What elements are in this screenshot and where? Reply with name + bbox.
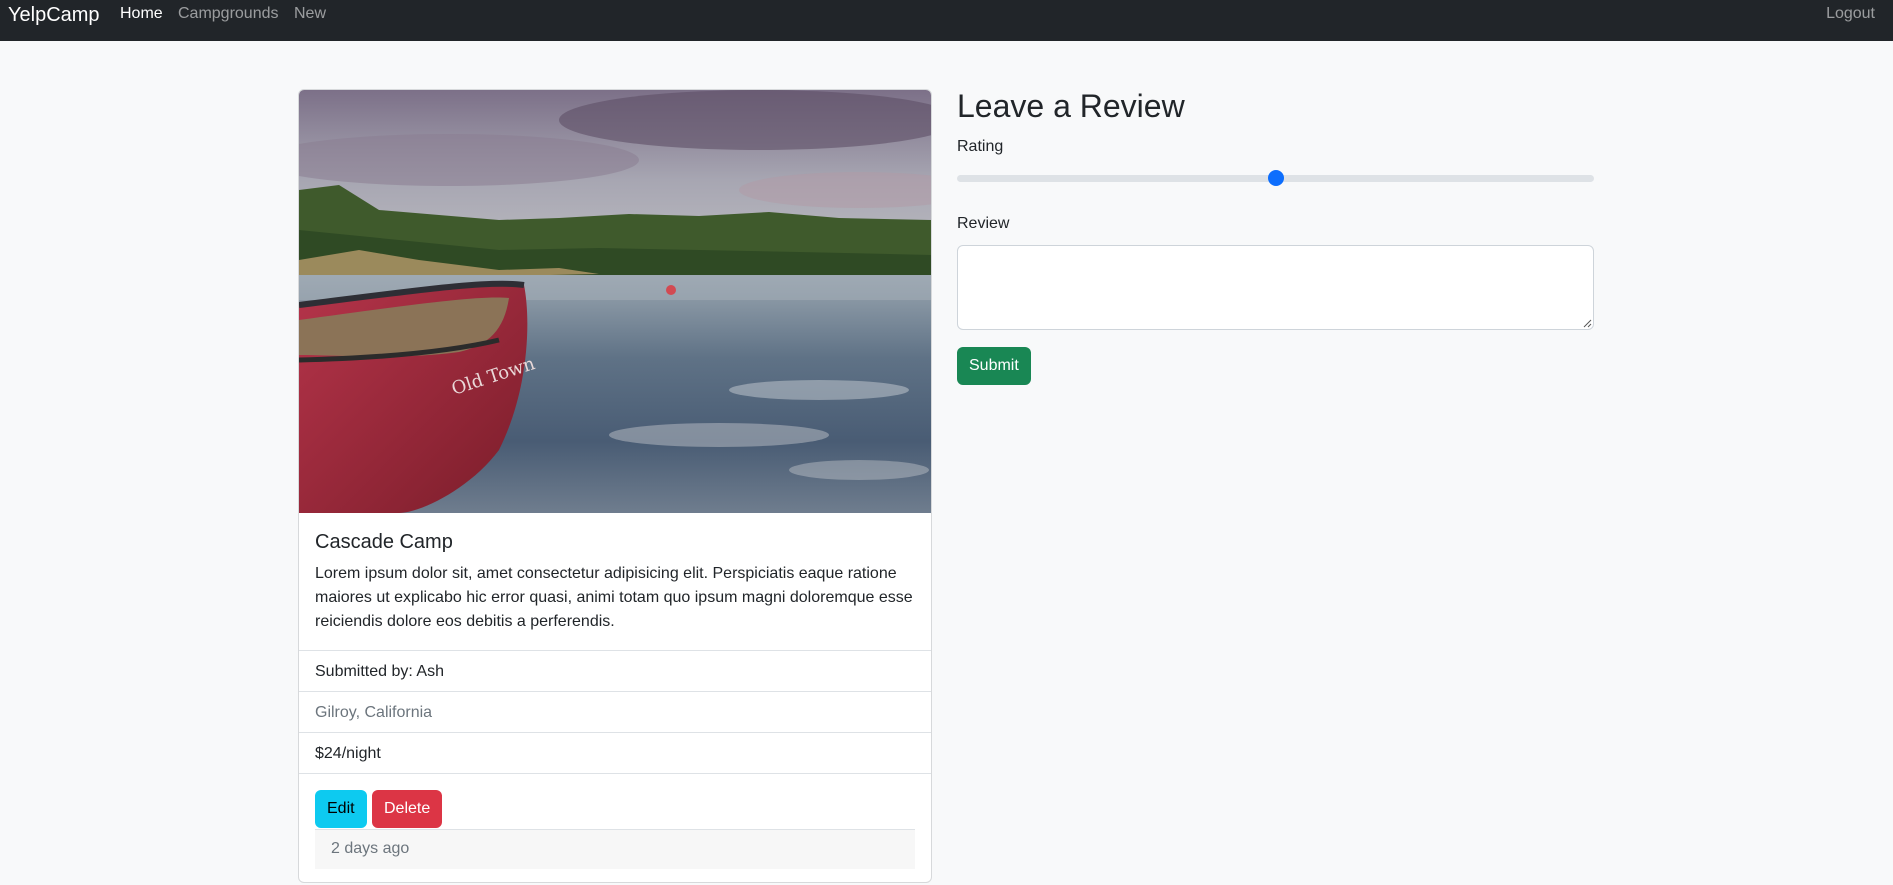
resize-grip-icon[interactable] (1583, 319, 1592, 328)
rating-slider-thumb[interactable] (1267, 170, 1284, 186)
nav-link-campgrounds[interactable]: Campgrounds (178, 5, 279, 23)
campground-description: Lorem ipsum dolor sit, amet consectetur … (315, 565, 913, 630)
campground-title: Cascade Camp (315, 531, 453, 553)
campground-card: Old Town Cascade Camp Lorem ipsum dolor … (298, 89, 932, 883)
campground-price: $24/night (299, 732, 931, 773)
submit-review-button[interactable]: Submit (957, 347, 1031, 385)
card-footer-timestamp: 2 days ago (315, 829, 915, 869)
brand-logo[interactable]: YelpCamp (8, 4, 100, 27)
nav-link-logout[interactable]: Logout (1826, 5, 1875, 23)
card-actions: Edit Delete 2 days ago (299, 773, 931, 882)
review-textarea[interactable] (957, 245, 1594, 330)
review-label: Review (957, 215, 1010, 232)
navbar: YelpCamp Home Campgrounds New Logout (0, 0, 1893, 41)
edit-button[interactable]: Edit (315, 790, 367, 828)
nav-link-new[interactable]: New (294, 5, 326, 23)
nav-link-home[interactable]: Home (120, 5, 163, 23)
submitted-by: Submitted by: Ash (299, 650, 931, 691)
campground-location: Gilroy, California (299, 691, 931, 732)
delete-button[interactable]: Delete (372, 790, 443, 828)
rating-slider[interactable] (957, 168, 1594, 188)
rating-label: Rating (957, 138, 1004, 155)
campground-image: Old Town (299, 90, 931, 513)
review-form-title: Leave a Review (957, 88, 1185, 124)
